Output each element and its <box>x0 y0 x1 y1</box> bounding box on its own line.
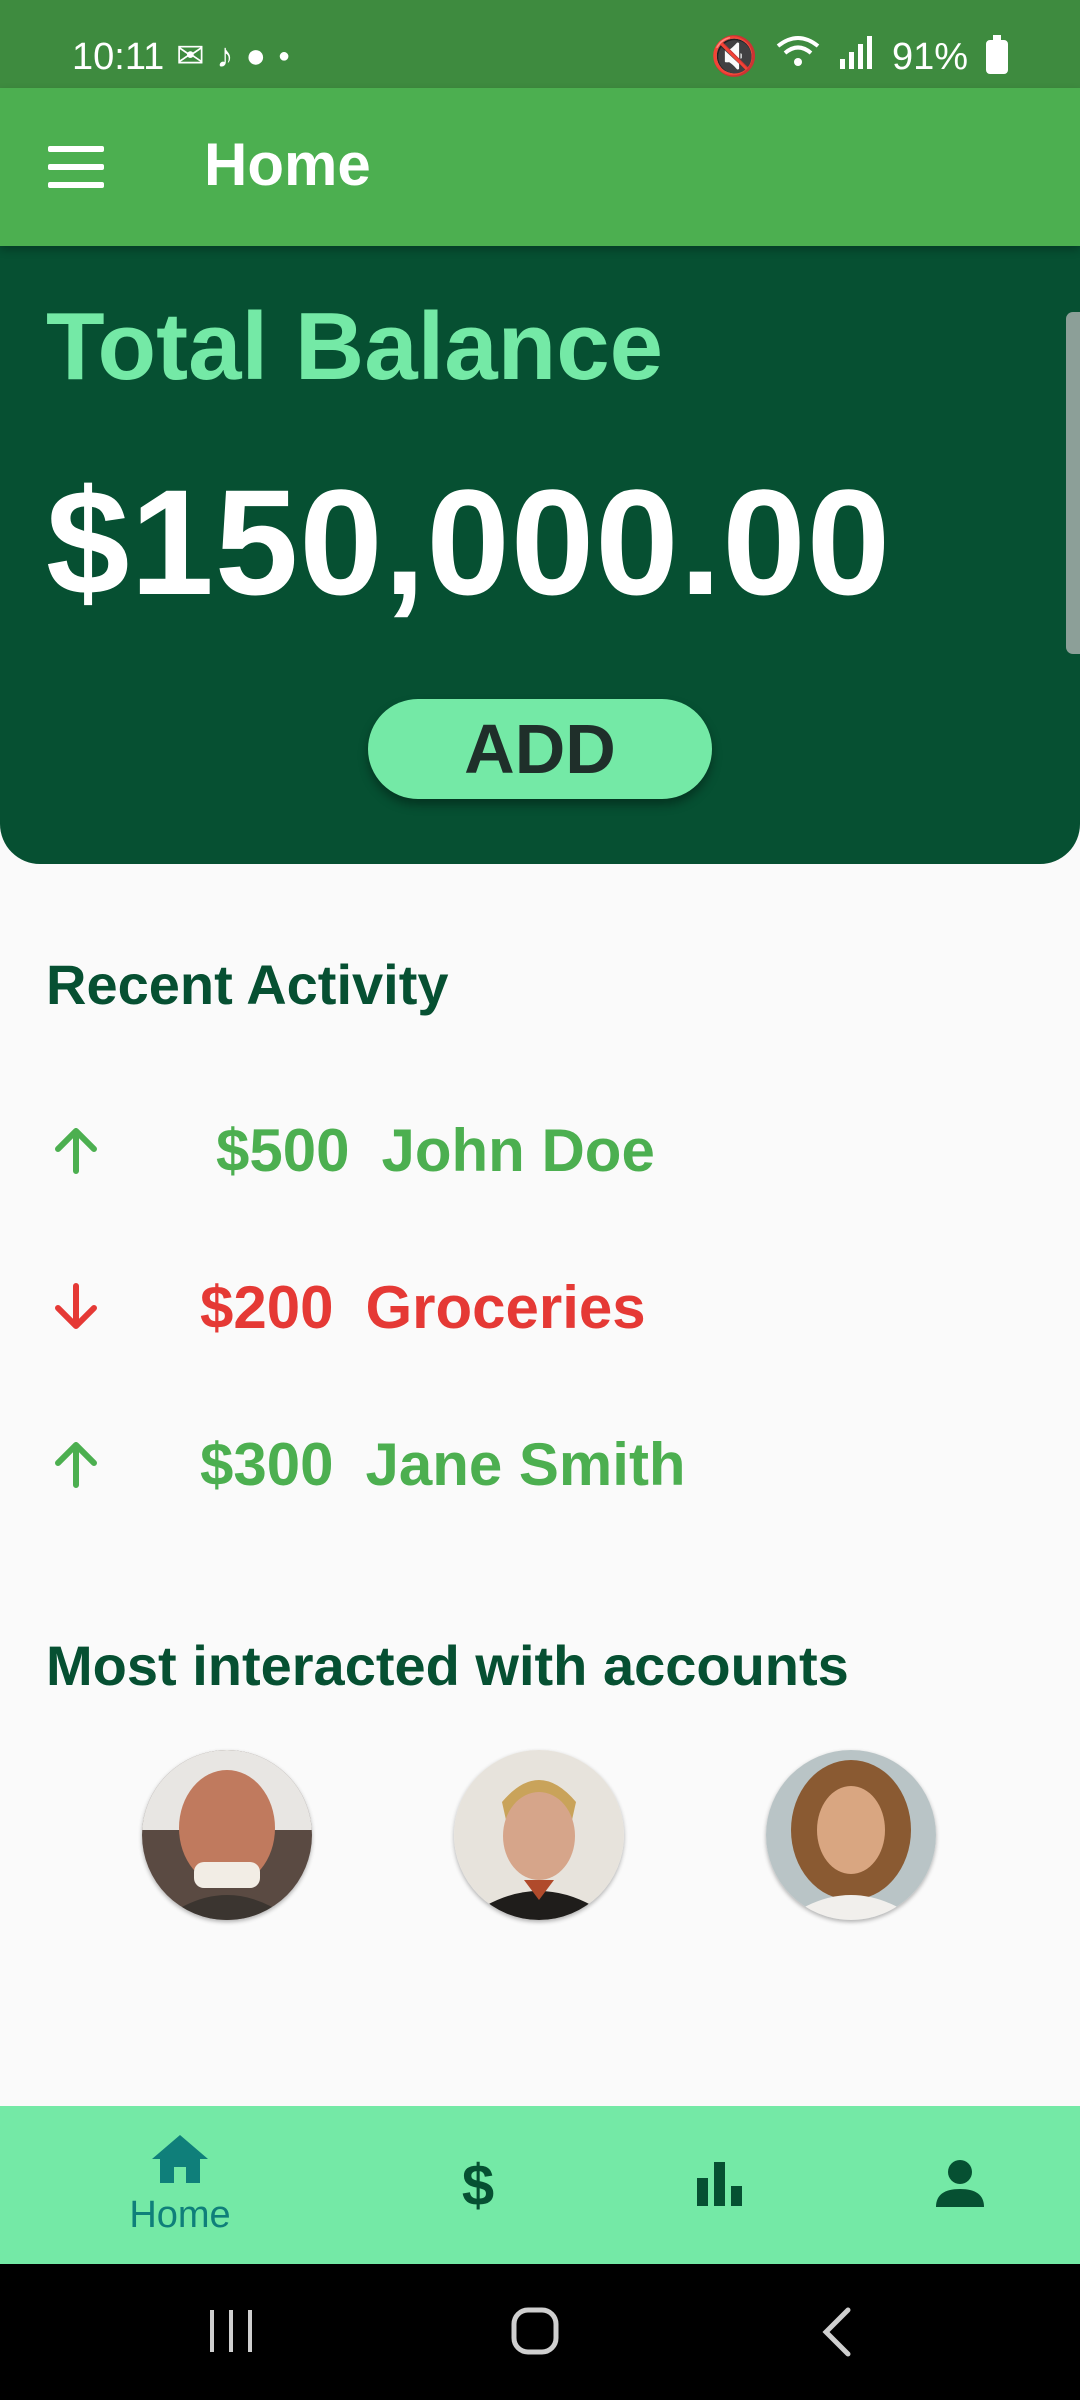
system-navigation-bar <box>0 2264 1080 2400</box>
home-button-icon[interactable] <box>510 2306 560 2361</box>
avatar[interactable] <box>142 1750 312 1920</box>
home-icon <box>150 2133 210 2190</box>
recent-activity-title: Recent Activity <box>46 953 449 1016</box>
status-bar: 10:11 ✉ ♪ ● ● 🔇 91% <box>0 0 1080 88</box>
system-status: 🔇 91% <box>711 34 1008 80</box>
accounts-title: Most interacted with accounts <box>46 1634 849 1697</box>
notification-icons: ✉ ♪ ● ● <box>176 36 290 76</box>
reddit-icon: ● <box>245 36 267 75</box>
menu-icon[interactable] <box>48 146 104 188</box>
add-button[interactable]: ADD <box>368 699 712 799</box>
avatar[interactable] <box>766 1750 936 1920</box>
bar-chart-icon <box>695 2160 745 2211</box>
back-icon[interactable] <box>818 2306 854 2363</box>
avatar[interactable] <box>454 1750 624 1920</box>
activity-amount: $300 <box>200 1430 334 1498</box>
battery-text: 91% <box>891 35 968 78</box>
app-bar: Home <box>0 88 1080 246</box>
activity-name: John Doe <box>381 1116 655 1184</box>
battery-icon <box>986 35 1008 74</box>
status-time: 10:11 <box>72 36 165 78</box>
recent-apps-icon[interactable] <box>206 2308 256 2359</box>
tiktok-icon: ♪ <box>216 36 234 75</box>
arrow-down-icon <box>46 1277 106 1337</box>
nav-home[interactable]: Home <box>110 2106 250 2264</box>
nav-transactions[interactable]: $ <box>428 2106 528 2264</box>
arrow-up-icon <box>46 1120 106 1180</box>
nav-home-label: Home <box>129 2194 231 2236</box>
activity-name: Groceries <box>365 1273 646 1341</box>
activity-row[interactable]: $300 Jane Smith <box>46 1424 946 1504</box>
activity-amount: $500 <box>216 1116 350 1184</box>
balance-label: Total Balance <box>46 293 664 400</box>
arrow-up-icon <box>46 1434 106 1494</box>
dollar-icon: $ <box>461 2152 495 2218</box>
nav-stats[interactable] <box>670 2106 770 2264</box>
gmail-icon: ✉ <box>176 37 205 75</box>
activity-amount: $200 <box>200 1273 334 1341</box>
signal-icon <box>838 35 874 79</box>
activity-name: Jane Smith <box>365 1430 686 1498</box>
balance-card: Total Balance $150,000.00 ADD <box>0 246 1080 864</box>
scroll-indicator[interactable] <box>1066 312 1080 654</box>
activity-row[interactable]: $500 John Doe <box>46 1110 946 1190</box>
page-title: Home <box>204 131 371 198</box>
dot-icon: ● <box>278 44 291 67</box>
balance-value: $150,000.00 <box>46 458 892 626</box>
activity-row[interactable]: $200 Groceries <box>46 1267 946 1347</box>
nav-profile[interactable] <box>910 2106 1010 2264</box>
mute-icon: 🔇 <box>710 36 758 78</box>
wifi-icon <box>776 34 820 80</box>
bottom-navigation: Home $ <box>0 2106 1080 2264</box>
person-icon <box>935 2159 985 2212</box>
